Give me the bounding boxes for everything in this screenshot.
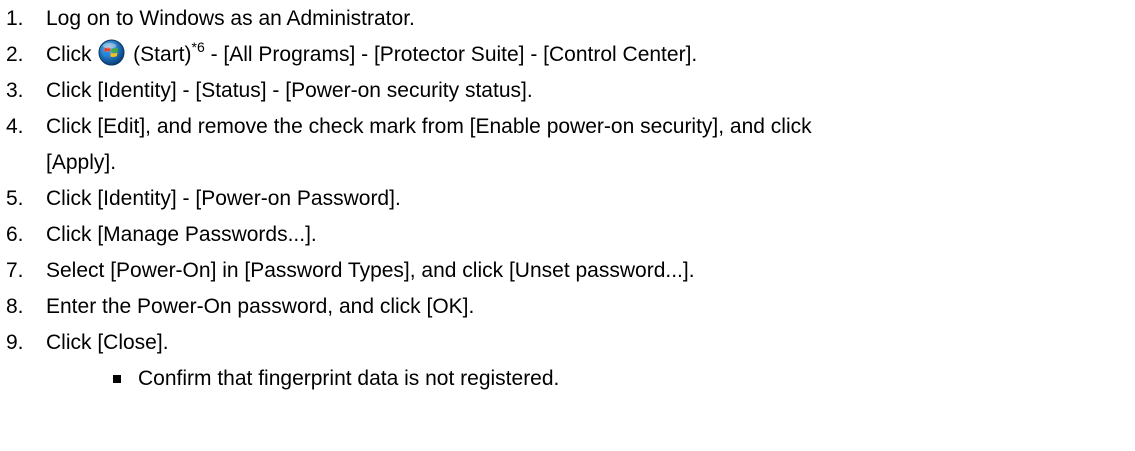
step-number: 5. — [6, 187, 24, 210]
step-text: Click [Manage Passwords...]. — [46, 223, 317, 246]
step-text: Select [Power-On] in [Password Types], a… — [46, 259, 695, 282]
footnote-marker: *6 — [191, 39, 205, 55]
windows-start-orb-icon — [98, 39, 125, 66]
step-number: 8. — [6, 295, 24, 318]
step-text: Click [Edit], and remove the check mark … — [46, 115, 812, 138]
step-text-mid: (Start) — [127, 43, 192, 66]
step-number: 7. — [6, 259, 24, 282]
instruction-list: 1. Log on to Windows as an Administrator… — [0, 0, 1135, 451]
step-text-post: - [All Programs] - [Protector Suite] - [… — [204, 43, 698, 66]
step-number: 4. — [6, 115, 24, 138]
step-text: Click [Identity] - [Status] - [Power-on … — [46, 79, 533, 102]
step-number: 1. — [6, 7, 24, 30]
bullet-text: Confirm that fingerprint data is not reg… — [138, 367, 560, 390]
step-text-continued: [Apply]. — [46, 151, 117, 174]
step-text: Click (Start)*6 - [All Programs] - [Prot… — [46, 38, 697, 73]
step-number: 2. — [6, 43, 24, 66]
step-text-pre: Click — [46, 43, 92, 66]
step-text: Click [Identity] - [Power-on Password]. — [46, 187, 401, 210]
step-number: 6. — [6, 223, 24, 246]
step-text: Enter the Power-On password, and click [… — [46, 295, 475, 318]
square-bullet-icon — [113, 375, 121, 383]
step-text: Log on to Windows as an Administrator. — [46, 7, 415, 30]
step-number: 3. — [6, 79, 24, 102]
step-text: Click [Close]. — [46, 331, 169, 354]
step-number: 9. — [6, 331, 24, 354]
